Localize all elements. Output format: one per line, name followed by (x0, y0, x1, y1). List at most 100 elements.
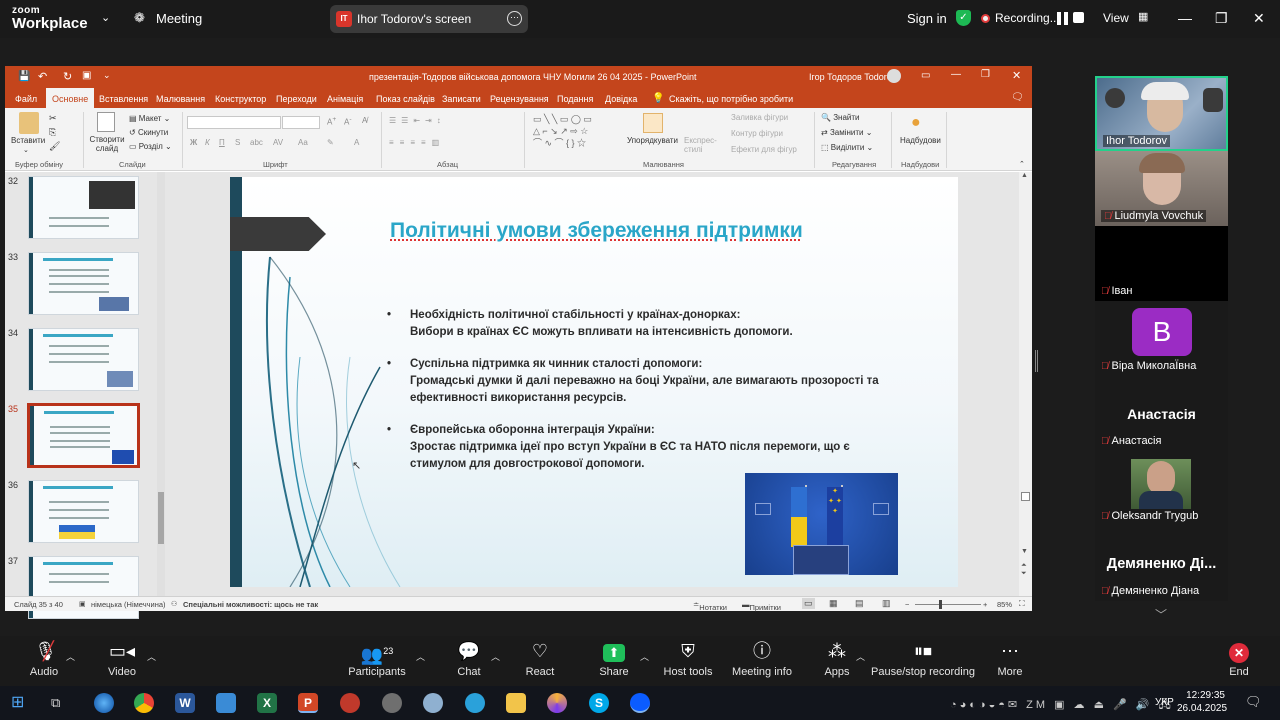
tab-transitions[interactable]: Переходи (276, 94, 317, 104)
shadow-icon[interactable]: S (235, 138, 240, 147)
undo-icon[interactable]: ↶ (38, 70, 47, 83)
font-color-icon[interactable]: A (354, 138, 359, 147)
accessibility-status[interactable]: Спеціальні можливості: щось не так (183, 600, 318, 609)
ppt-restore-icon[interactable]: ❐ (981, 69, 990, 80)
telegram-icon[interactable] (465, 693, 485, 713)
find-button[interactable]: 🔍 Знайти (821, 113, 860, 122)
new-slide-button[interactable]: Створити слайд (88, 135, 126, 153)
chrome-icon[interactable] (134, 693, 154, 713)
view-grid-icon[interactable]: ▦ (1138, 10, 1148, 23)
stop-recording-icon[interactable] (1073, 12, 1084, 23)
screen-share-pill[interactable]: IT Ihor Todorov's screen ··· (330, 5, 528, 33)
input-language[interactable]: УКР (1155, 697, 1174, 708)
tab-slideshow[interactable]: Показ слайдів (376, 94, 435, 104)
redo-icon[interactable]: ↻ (63, 70, 72, 83)
reading-view-icon[interactable]: ▤ (855, 598, 864, 609)
zoom-slider-thumb[interactable] (939, 600, 942, 609)
file-explorer-icon[interactable] (506, 693, 526, 713)
slide-thumbnail[interactable] (28, 176, 139, 239)
strikethrough-icon[interactable]: abc (250, 138, 263, 147)
align-buttons[interactable]: ≡≡≡≡▥ (389, 138, 445, 147)
list-buttons[interactable]: ☰☰⇤⇥↕ (389, 116, 446, 125)
cut-icon[interactable]: ✂ (49, 113, 57, 124)
app-icon-light[interactable] (423, 693, 443, 713)
new-slide-icon[interactable] (97, 112, 115, 132)
shape-effects-button[interactable]: Ефекти для фігур (731, 145, 797, 154)
fit-slide-icon[interactable]: ⛶ (1019, 599, 1025, 609)
arrange-icon[interactable] (643, 113, 663, 133)
increase-font-icon[interactable]: A+ (327, 116, 336, 127)
user-name[interactable]: Ігор Тодоров Todorov (809, 72, 896, 82)
task-view-icon[interactable]: ⧉ (51, 693, 71, 713)
system-tray-icons[interactable]: ◔◕◐◑◒◓✉ ZM ▣ ☁ ⏏ 🎤 🔊 🖧 (950, 696, 1174, 715)
slideshow-icon[interactable]: ▣ (82, 70, 91, 81)
tab-help[interactable]: Довідка (605, 94, 637, 104)
restore-icon[interactable]: ❐ (1215, 10, 1228, 27)
participants-button[interactable]: 👥23 Participants (337, 636, 417, 678)
apps-caret-icon[interactable]: ︿ (856, 650, 865, 663)
notifications-icon[interactable]: 🗨 (1245, 694, 1262, 710)
language-status[interactable]: німецька (Німеччина) (91, 600, 166, 609)
panel-divider-handle[interactable] (1035, 350, 1038, 372)
shape-outline-button[interactable]: Контур фігури (731, 129, 783, 138)
prev-next-slide-icon[interactable]: ⏶ ⏷ (1021, 562, 1027, 578)
tab-view[interactable]: Подання (557, 94, 593, 104)
system-clock[interactable]: 12:29:35 26.04.2025 (1177, 689, 1227, 715)
case-icon[interactable]: Aa (298, 138, 308, 147)
slide-thumbnail[interactable] (28, 252, 139, 315)
flags-photo[interactable]: ✦ ✦ ✦ ✦ (745, 473, 898, 575)
zoom-level[interactable]: 85% (997, 600, 1012, 609)
scroll-thumb[interactable] (1021, 492, 1030, 501)
participant-tile[interactable]: 🎙̸ Іван (1095, 226, 1228, 301)
tell-me-search[interactable]: Скажіть, що потрібно зробити (669, 94, 793, 104)
spacing-icon[interactable]: AV (273, 138, 283, 147)
end-button[interactable]: ✕ End (1199, 636, 1279, 678)
select-button[interactable]: ⬚ Виділити ⌄ (821, 143, 873, 152)
accessibility-icon[interactable]: ⚇ (171, 600, 177, 608)
windows-start-icon[interactable]: ⊞ (11, 693, 31, 713)
zoom-out-icon[interactable]: − (905, 600, 909, 609)
slide-scrollbar[interactable]: ▲ ▼ ⏶ ⏷ (1019, 172, 1032, 596)
minimize-icon[interactable]: — (1178, 10, 1192, 26)
meeting-info-button[interactable]: ⓘ Meeting info (722, 636, 802, 678)
participant-tile[interactable]: Демяненко Ді... 🎙̸ Демяненко Діана (1095, 526, 1228, 601)
slide-thumbnail[interactable] (28, 328, 139, 391)
zoom-in-icon[interactable]: + (983, 600, 987, 609)
highlight-icon[interactable]: ✎ (327, 138, 334, 147)
meeting-label[interactable]: Meeting (156, 11, 202, 26)
participant-tile[interactable]: 🎙̸ Liudmyla Vovchuk (1095, 151, 1228, 226)
shapes-gallery[interactable]: ▭ ╲ ╲ ▭ ◯ ▭ △ ⌐ ↘ ↗ ⇨ ☆ ⌒ ∿ ⌒ { } ☆ (533, 113, 618, 149)
paste-icon[interactable] (19, 112, 39, 134)
slide-title[interactable]: Політичні умови збереження підтримки (390, 219, 910, 243)
participants-caret-icon[interactable]: ︿ (416, 650, 425, 663)
notepad-icon[interactable] (216, 693, 236, 713)
pause-recording-icon[interactable] (1056, 12, 1069, 25)
slide-thumbnail[interactable] (28, 480, 139, 543)
sign-in-link[interactable]: Sign in (907, 11, 947, 26)
save-icon[interactable]: 💾 (18, 71, 30, 82)
shape-fill-button[interactable]: Заливка фігури (731, 113, 788, 122)
scroll-up-icon[interactable]: ▲ (1021, 172, 1028, 179)
pause-stop-recording-button[interactable]: ⏸⏹ Pause/stop recording (868, 636, 978, 678)
close-icon[interactable]: ✕ (1253, 10, 1265, 27)
user-avatar[interactable] (887, 69, 901, 83)
tab-home[interactable]: Основне (46, 88, 95, 108)
chat-caret-icon[interactable]: ︿ (491, 650, 500, 663)
powerpoint-icon[interactable]: P (298, 693, 318, 713)
shield-check-icon[interactable]: ✓ (956, 10, 971, 26)
tab-file[interactable]: Файл (15, 94, 37, 104)
video-options-caret-icon[interactable]: ︿ (147, 650, 156, 663)
notes-button[interactable]: ≐ Нотатки (693, 600, 727, 612)
participant-tile-active-speaker[interactable]: Ihor Todorov (1095, 76, 1228, 151)
slideshow-view-icon[interactable]: ▥ (882, 598, 891, 609)
quick-access-chevron-icon[interactable]: ⌄ (103, 70, 111, 81)
skype-icon[interactable]: S (589, 693, 609, 713)
tab-record[interactable]: Записати (442, 94, 481, 104)
ppt-minimize-icon[interactable]: — (951, 69, 961, 80)
slide-thumbnail-selected[interactable] (27, 403, 140, 468)
ribbon-display-icon[interactable]: ▭ (921, 70, 930, 81)
comments-button[interactable]: ▬ Примітки (742, 600, 781, 612)
font-size-select[interactable] (282, 116, 320, 129)
participant-tile[interactable]: 🎙̸ Oleksandr Trygub (1095, 451, 1228, 526)
replace-button[interactable]: ⇄ Замінити ⌄ (821, 128, 872, 137)
